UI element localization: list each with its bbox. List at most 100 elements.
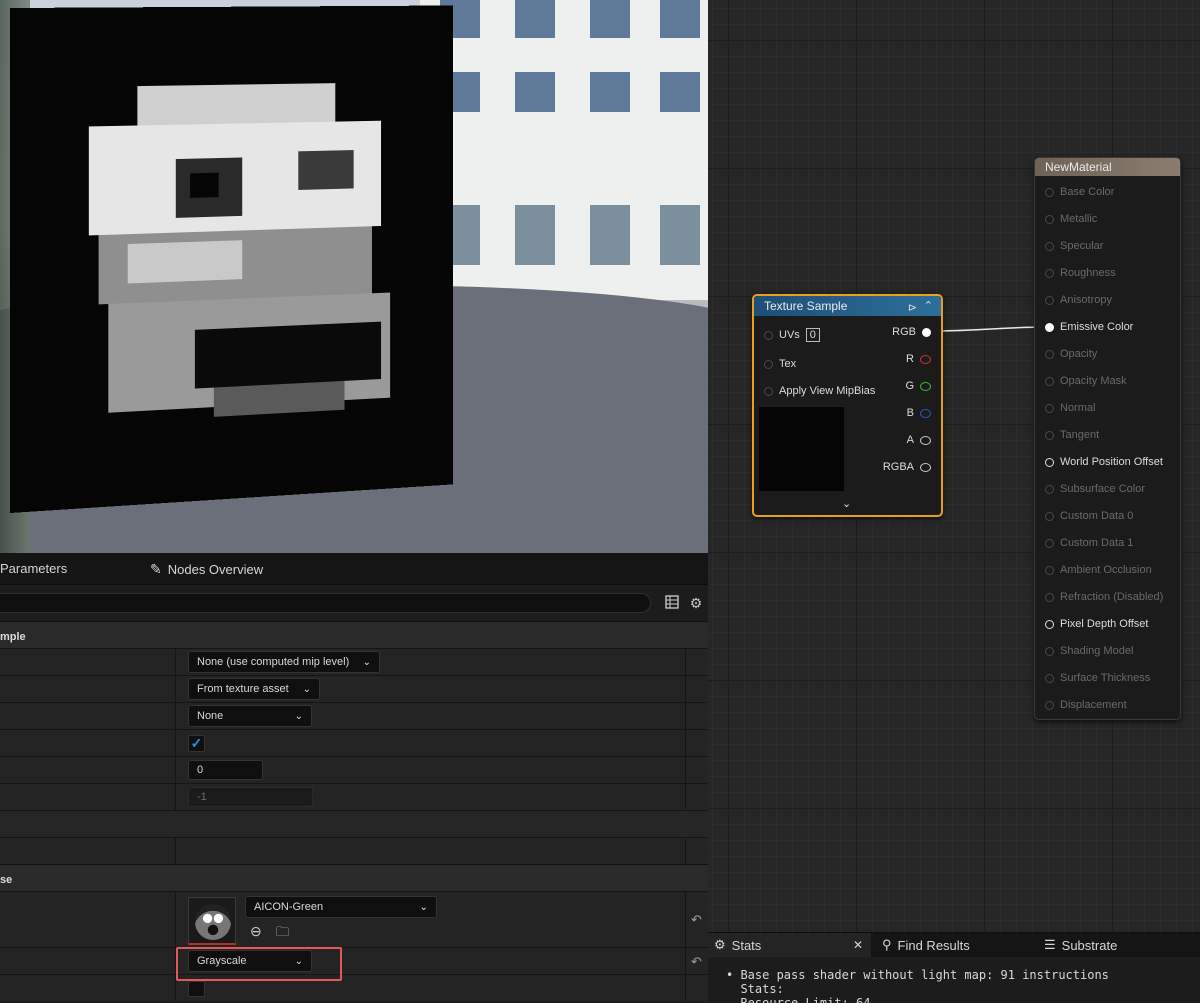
material-input-pin[interactable]: Pixel Depth Offset: [1045, 618, 1148, 630]
material-preview-viewport[interactable]: [0, 0, 708, 553]
material-input-pin[interactable]: Tangent: [1045, 429, 1099, 441]
bottom-checkbox[interactable]: [188, 981, 205, 997]
pin-label: Custom Data 1: [1060, 537, 1134, 549]
texture-thumbnail[interactable]: [188, 897, 236, 945]
material-input-pin[interactable]: Emissive Color: [1045, 321, 1133, 333]
sampler-source-dropdown[interactable]: From texture asset ⌄: [188, 678, 320, 700]
material-input-pin[interactable]: Opacity Mask: [1045, 375, 1127, 387]
material-input-pin[interactable]: Subsurface Color: [1045, 483, 1145, 495]
pin-label: World Position Offset: [1060, 456, 1163, 468]
pin-label: Shading Model: [1060, 645, 1134, 657]
pencil-icon: ✎: [150, 561, 162, 577]
material-node-title-text: NewMaterial: [1045, 160, 1112, 174]
material-input-pin[interactable]: Surface Thickness: [1045, 672, 1150, 684]
output-pin-g[interactable]: G: [905, 380, 931, 392]
input-pin-tex[interactable]: Tex: [764, 358, 796, 370]
tab-substrate[interactable]: ☰ Substrate: [1038, 933, 1117, 957]
material-input-pin[interactable]: Specular: [1045, 240, 1103, 252]
reset-to-default-icon[interactable]: ↶: [691, 912, 702, 928]
tab-substrate-label: Substrate: [1061, 937, 1118, 953]
pin-label: Apply View MipBias: [779, 385, 876, 397]
property-checkbox[interactable]: ✓: [188, 735, 205, 752]
material-input-pin[interactable]: World Position Offset: [1045, 456, 1163, 468]
settings-gear-icon[interactable]: ⚙: [688, 595, 704, 611]
material-input-pin[interactable]: Ambient Occlusion: [1045, 564, 1152, 576]
tab-find-results[interactable]: ⚲ Find Results: [876, 933, 970, 957]
stats-icon: ⚙: [714, 937, 726, 952]
pin-circle-icon: [1045, 430, 1054, 440]
category-texture-sample[interactable]: mple: [0, 621, 708, 648]
pin-circle-icon: [1045, 673, 1054, 683]
pin-circle-icon: [1045, 538, 1054, 548]
output-pin-a[interactable]: A: [907, 434, 931, 446]
material-result-node-title[interactable]: NewMaterial: [1035, 158, 1180, 176]
material-input-pin[interactable]: Anisotropy: [1045, 294, 1112, 306]
tab-parameters[interactable]: Parameters: [0, 561, 67, 576]
tab-nodes-overview[interactable]: ✎ Nodes Overview: [150, 561, 263, 578]
expand-chevron-icon[interactable]: ⌄: [842, 497, 851, 510]
close-icon[interactable]: ✕: [853, 938, 863, 952]
collapse-icon[interactable]: ⌃: [924, 299, 933, 312]
category-texture-sample-label: mple: [0, 631, 26, 643]
browse-asset-icon[interactable]: 🗀: [276, 923, 289, 945]
mip-value-mode-dropdown[interactable]: None (use computed mip level) ⌄: [188, 651, 380, 673]
material-input-pin[interactable]: Displacement: [1045, 699, 1127, 711]
output-pin-rgb[interactable]: RGB: [892, 326, 931, 338]
input-pin-uvs[interactable]: UVs 0: [764, 328, 820, 342]
chevron-down-icon: ⌄: [362, 656, 371, 668]
output-pin-b[interactable]: B: [907, 407, 931, 419]
uv-const-box[interactable]: 0: [805, 328, 820, 342]
table-view-icon[interactable]: [664, 595, 680, 611]
none-dropdown-value: None: [197, 710, 224, 722]
pin-label: Base Color: [1060, 186, 1115, 198]
material-input-pin[interactable]: Opacity: [1045, 348, 1097, 360]
sampler-source-value: From texture asset: [197, 683, 289, 695]
details-search-input[interactable]: [0, 593, 651, 613]
pin-circle-icon: [1045, 457, 1054, 467]
pin-circle-icon: [1045, 295, 1054, 305]
pin-label: Pixel Depth Offset: [1060, 618, 1149, 630]
play-icon[interactable]: ⊳: [908, 301, 917, 314]
pin-circle-icon: [1045, 700, 1054, 710]
material-graph-canvas[interactable]: Texture Sample ⊳ ⌃ UVs 0 Tex Apply View …: [708, 0, 1200, 932]
property-row-texture: AICON-Green ⌄ ⊖ 🗀 ↶: [0, 891, 708, 947]
material-input-pin[interactable]: Base Color: [1045, 186, 1114, 198]
pin-label: Specular: [1060, 240, 1104, 252]
pin-label: A: [906, 434, 914, 446]
const-coordinate-input[interactable]: 0: [188, 760, 263, 780]
texture-sample-title-text: Texture Sample: [764, 299, 848, 313]
category-material-expression[interactable]: se: [0, 864, 708, 891]
texture-asset-picker[interactable]: AICON-Green ⌄: [245, 896, 437, 918]
material-input-pin[interactable]: Metallic: [1045, 213, 1097, 225]
pin-label: Emissive Color: [1060, 321, 1134, 333]
property-row-sampler-type: Grayscale ⌄ ↶: [0, 947, 708, 974]
material-input-pin[interactable]: Custom Data 0: [1045, 510, 1133, 522]
pin-label: Opacity: [1060, 348, 1098, 360]
material-input-pin[interactable]: Normal: [1045, 402, 1095, 414]
material-input-pin[interactable]: Custom Data 1: [1045, 537, 1133, 549]
pin-filled-circle-icon: [922, 327, 931, 337]
pin-circle-icon: [1045, 403, 1054, 413]
pin-circle-icon: [1045, 619, 1054, 629]
stats-output-text: • Base pass shader without light map: 91…: [726, 968, 1109, 1003]
texture-sample-node[interactable]: Texture Sample ⊳ ⌃ UVs 0 Tex Apply View …: [752, 294, 943, 517]
material-input-pin[interactable]: Roughness: [1045, 267, 1116, 279]
pin-circle-icon: [1045, 268, 1054, 278]
preview-mesh-plane: [10, 5, 454, 513]
use-selected-asset-icon[interactable]: ⊖: [250, 923, 262, 940]
pin-label: RGBA: [882, 461, 914, 473]
tab-stats[interactable]: ⚙ Stats ✕: [708, 933, 871, 957]
reset-to-default-icon[interactable]: ↶: [691, 954, 702, 970]
material-result-node[interactable]: NewMaterial Base Color Metallic Specular Ro…: [1034, 157, 1181, 720]
details-tab-bar: Parameters ✎ Nodes Overview: [0, 553, 708, 585]
texture-sample-node-title[interactable]: Texture Sample ⊳ ⌃: [754, 296, 941, 316]
tab-stats-label: Stats: [731, 937, 762, 953]
input-pin-apply-view-mipbias[interactable]: Apply View MipBias: [764, 385, 875, 397]
material-input-pin[interactable]: Shading Model: [1045, 645, 1133, 657]
property-row-sampler-source: From texture asset ⌄: [0, 675, 708, 702]
output-pin-rgba[interactable]: RGBA: [883, 461, 931, 473]
none-dropdown[interactable]: None ⌄: [188, 705, 312, 727]
material-input-pin[interactable]: Refraction (Disabled): [1045, 591, 1163, 603]
output-pin-r[interactable]: R: [906, 353, 931, 365]
tab-nodes-overview-label: Nodes Overview: [167, 562, 264, 577]
